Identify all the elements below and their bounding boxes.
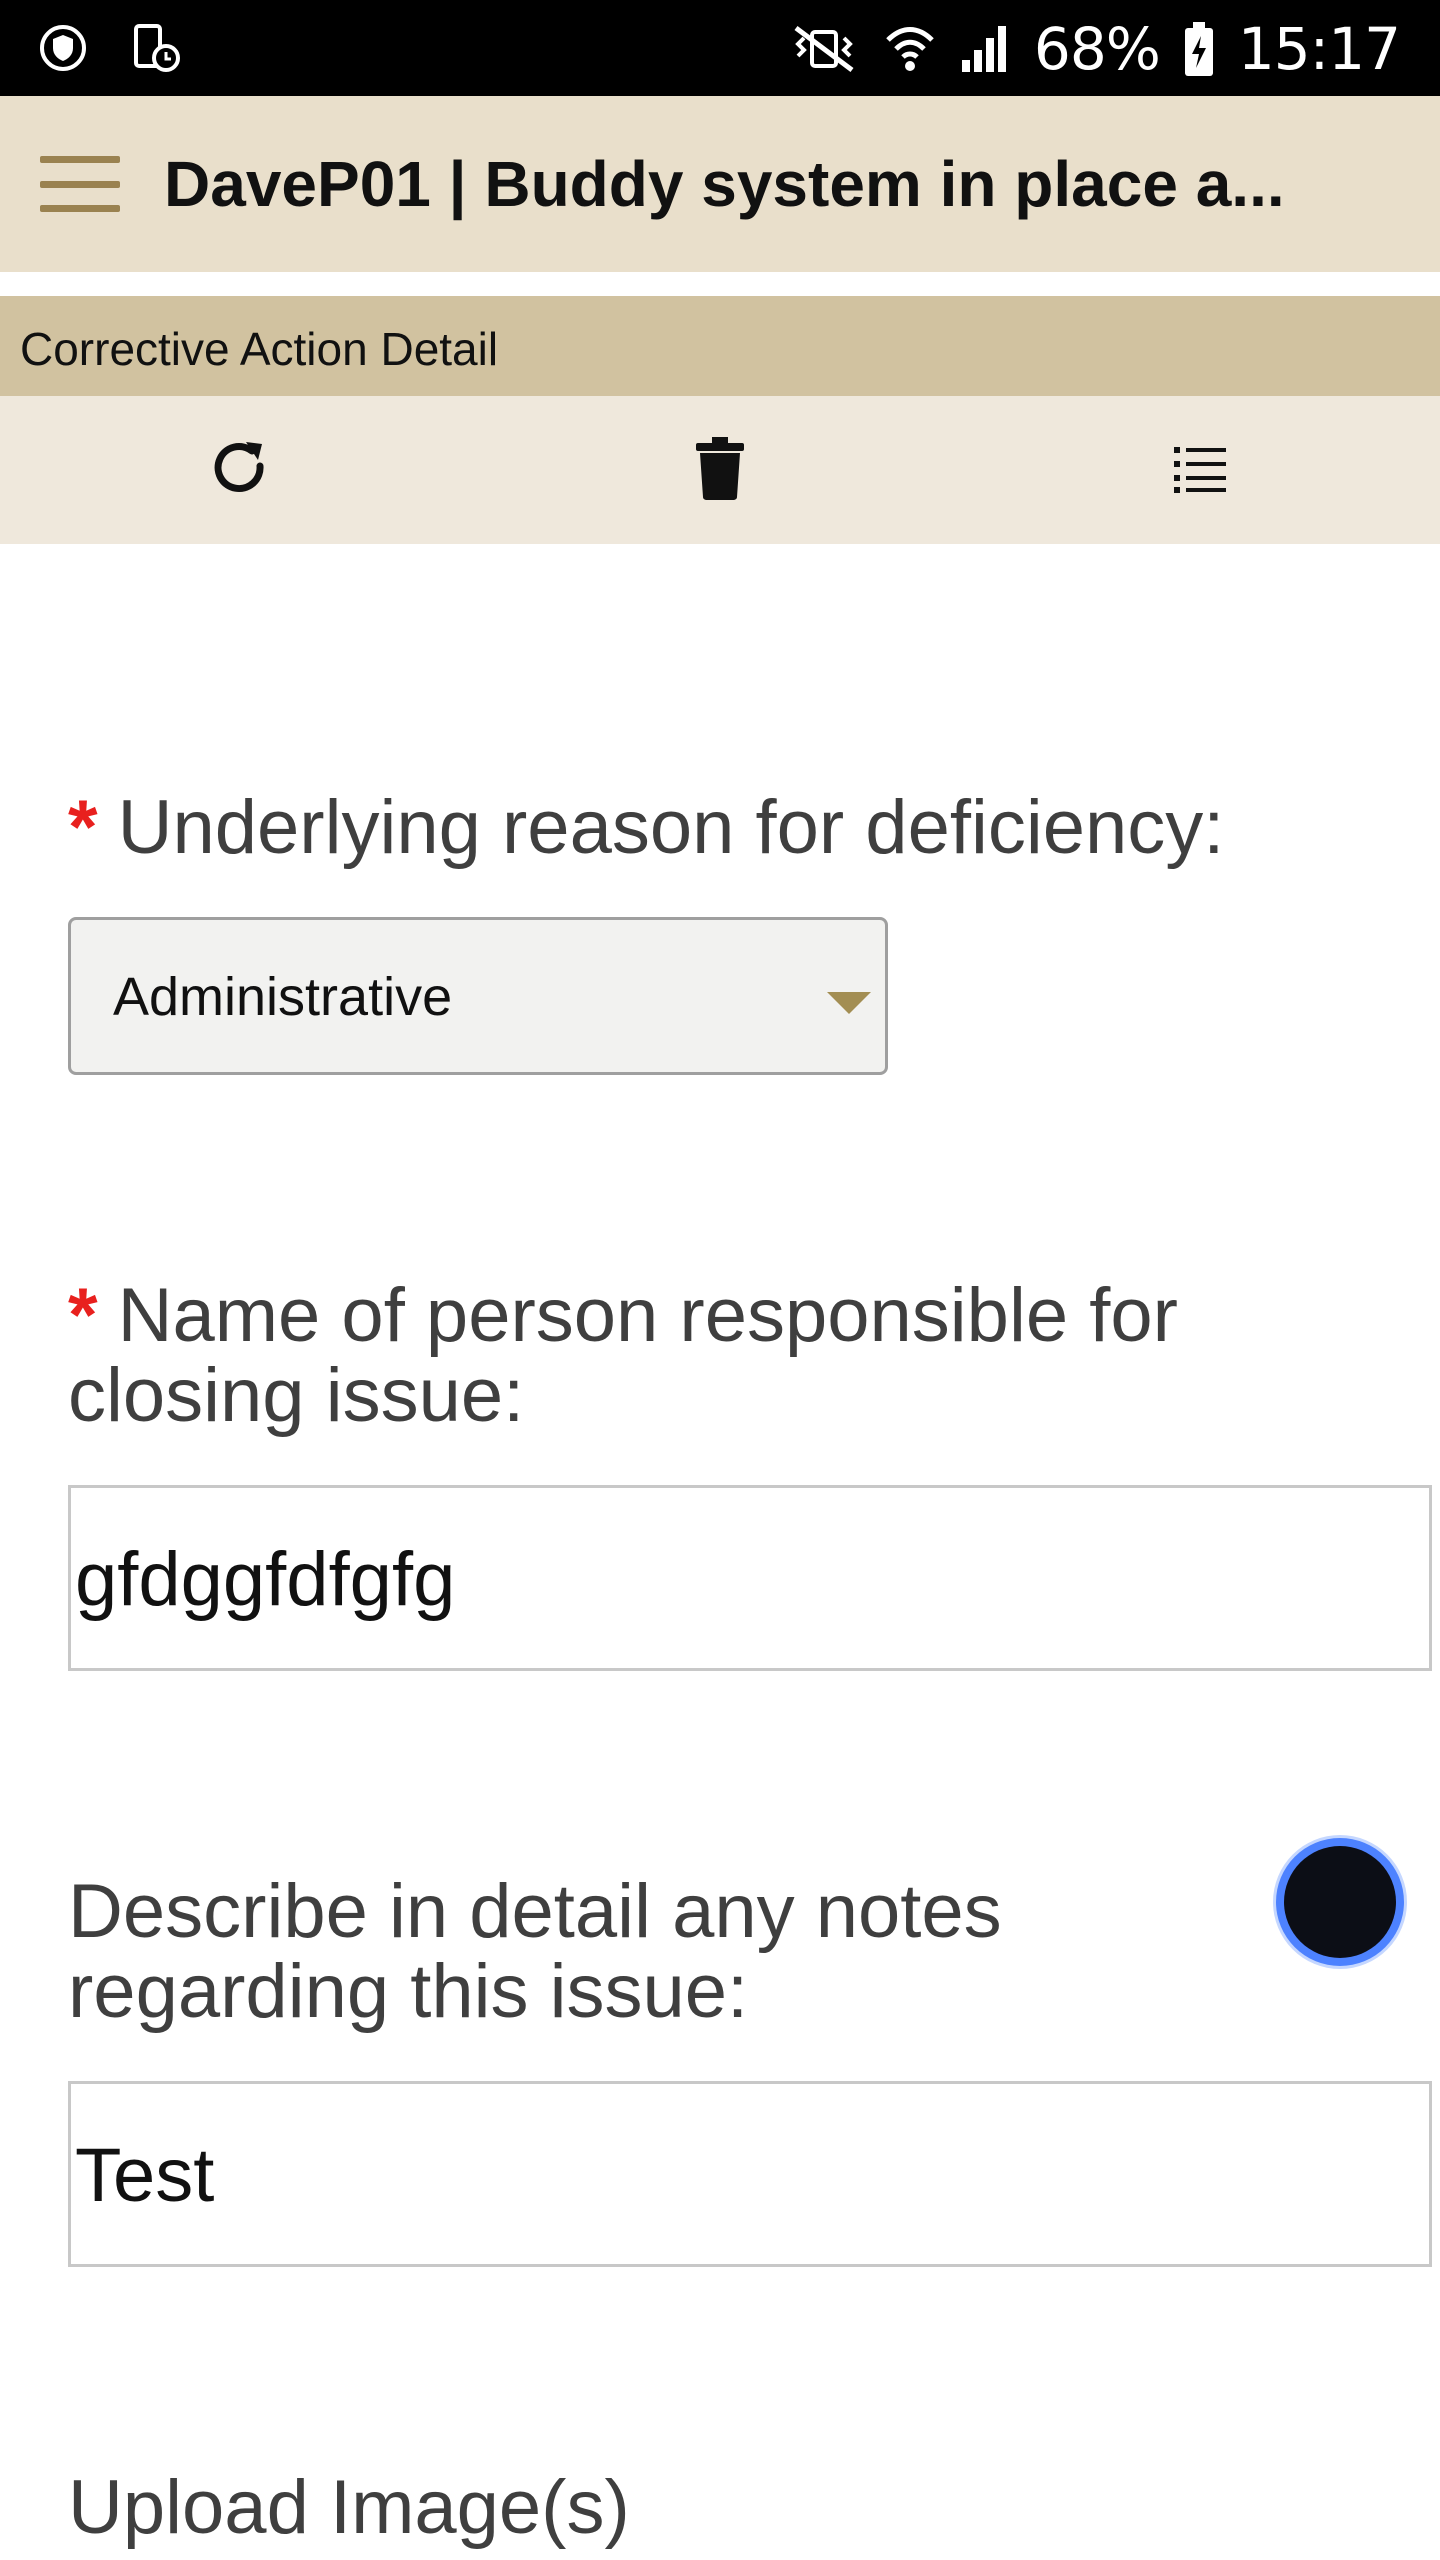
chevron-down-icon: [827, 992, 871, 1014]
divider: [0, 272, 1440, 296]
required-asterisk: *: [68, 1273, 98, 1358]
status-bar: 68% 15:17: [0, 0, 1440, 96]
status-right: 68% 15:17: [786, 14, 1401, 84]
notes-label-line2: regarding this issue:: [68, 1949, 749, 2034]
refresh-button[interactable]: [200, 430, 280, 510]
list-button[interactable]: [1160, 430, 1240, 510]
person-label-line1: Name of person responsible for: [117, 1273, 1178, 1358]
notes-label-line1: Describe in detail any notes: [68, 1869, 1002, 1954]
required-asterisk: *: [68, 785, 98, 870]
mute-vibrate-icon: [786, 22, 862, 76]
device-clock-icon: [130, 22, 182, 74]
list-icon: [1172, 443, 1228, 498]
delete-button[interactable]: [680, 430, 760, 510]
floating-action-button[interactable]: [1276, 1838, 1404, 1966]
refresh-icon: [208, 436, 272, 505]
signal-icon: [958, 22, 1012, 76]
person-label: * Name of person responsible for closing …: [68, 1276, 1178, 1436]
clock-time: 15:17: [1237, 15, 1401, 83]
hamburger-menu-icon[interactable]: [40, 156, 120, 212]
wifi-icon: [884, 22, 936, 76]
shield-icon: [38, 22, 88, 74]
reason-label: * Underlying reason for deficiency:: [68, 788, 1224, 868]
section-title: Corrective Action Detail: [20, 323, 499, 375]
section-header: Corrective Action Detail: [0, 296, 1440, 396]
battery-percent: 68%: [1033, 15, 1161, 83]
upload-label: Upload Image(s): [68, 2465, 630, 2550]
battery-charging-icon: [1182, 20, 1216, 78]
reason-select-value: Administrative: [113, 967, 453, 1027]
person-input-value: gfdggfdfgfg: [75, 1537, 456, 1622]
app-title: DaveP01 | Buddy system in place a...: [164, 148, 1285, 220]
notes-input-value: Test: [75, 2133, 215, 2218]
status-left-icons: [38, 22, 182, 74]
notes-label: Describe in detail any notes regarding t…: [68, 1872, 1002, 2032]
fab-inner-icon: [1284, 1846, 1396, 1958]
action-toolbar: [0, 396, 1440, 544]
app-bar: DaveP01 | Buddy system in place a...: [0, 96, 1440, 272]
delete-icon: [692, 435, 748, 506]
person-label-line2: closing issue:: [68, 1353, 525, 1438]
person-input[interactable]: gfdggfdfgfg: [68, 1485, 1432, 1671]
notes-input[interactable]: Test: [68, 2081, 1432, 2267]
reason-label-text: Underlying reason for deficiency:: [117, 785, 1225, 870]
reason-select[interactable]: Administrative: [68, 917, 888, 1075]
